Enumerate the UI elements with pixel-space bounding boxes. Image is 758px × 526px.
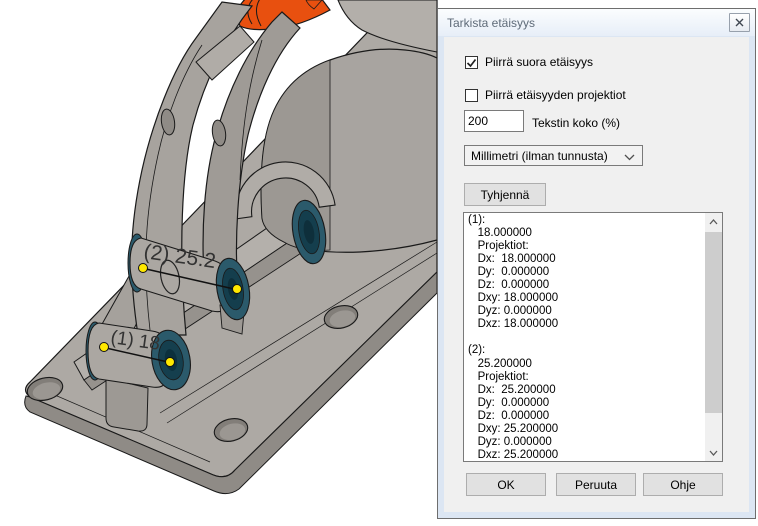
text-size-input[interactable] [464,110,524,132]
unit-dropdown-value: Millimetri (ilman tunnusta) [471,149,608,163]
clear-button[interactable]: Tyhjennä [464,183,546,206]
scroll-down-button[interactable] [705,444,722,461]
text-size-label: Tekstin koko (%) [532,116,620,130]
chevron-up-icon [709,219,718,225]
results-listbox[interactable]: (1): 18.000000 Projektiot: Dx: 18.000000… [463,212,723,462]
measurement-point [166,358,175,367]
close-icon [735,18,744,27]
checkbox-box[interactable] [465,56,478,69]
distance-check-dialog: Tarkista etäisyys Piirrä suora etäisyys [437,8,756,519]
help-button[interactable]: Ohje [643,473,723,496]
results-text: (1): 18.000000 Projektiot: Dx: 18.000000… [464,213,722,462]
cancel-button[interactable]: Peruuta [556,473,636,496]
dialog-titlebar[interactable]: Tarkista etäisyys [438,9,755,36]
checkbox-label: Piirrä suora etäisyys [485,55,593,69]
chevron-down-icon [624,154,635,161]
application-window: (2) 25.2 (1) 18 Tarkista etäisyys [0,0,758,526]
unit-dropdown[interactable]: Millimetri (ilman tunnusta) [464,145,643,166]
measurement-point [139,264,148,273]
close-button[interactable] [729,13,750,32]
ok-button[interactable]: OK [466,473,546,496]
scroll-up-button[interactable] [705,213,722,230]
dialog-client-area: Piirrä suora etäisyys Piirrä etäisyyden … [444,37,749,512]
checkbox-draw-distance-projections[interactable]: Piirrä etäisyyden projektiot [465,88,626,102]
scrollbar-thumb[interactable] [705,232,722,413]
checkmark-icon [466,57,477,68]
dialog-title: Tarkista etäisyys [447,16,535,30]
measurement-point [100,343,109,352]
measurement-point [233,285,242,294]
chevron-down-icon [709,450,718,456]
checkbox-box[interactable] [465,89,478,102]
checkbox-label: Piirrä etäisyyden projektiot [485,88,626,102]
checkbox-draw-straight-distance[interactable]: Piirrä suora etäisyys [465,55,593,69]
vertical-scrollbar[interactable] [705,213,722,461]
